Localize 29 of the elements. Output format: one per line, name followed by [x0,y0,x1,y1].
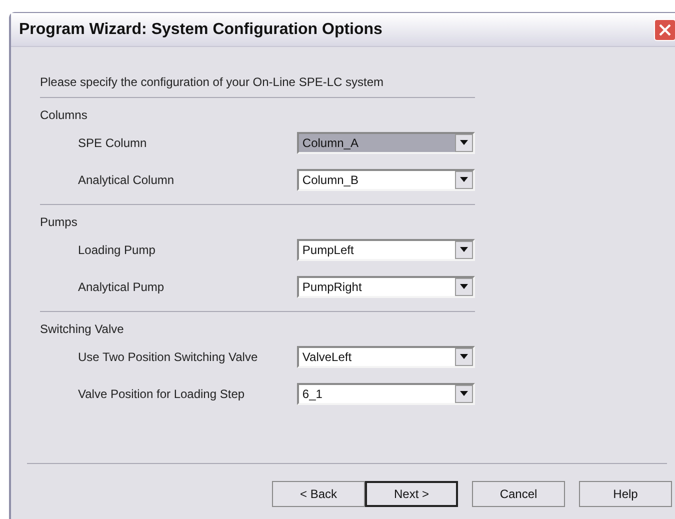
field-label: Use Two Position Switching Valve [78,348,259,366]
dropdown-value: Column_A [301,134,360,152]
dropdown[interactable]: 6_1 [297,382,475,404]
dropdown[interactable]: PumpLeft [297,238,475,260]
field-label: Analytical Pump [78,278,166,296]
dropdown-value: ValveLeft [301,348,353,366]
field-label: Valve Position for Loading Step [78,386,246,402]
field-label: SPE Column [78,134,148,152]
close-icon [658,22,672,36]
dropdown-value: PumpLeft [301,242,355,258]
wizard-button[interactable]: Help [579,481,672,507]
intro-text: Please specify the configuration of your On-Line SPE-LC system [40,73,475,98]
dropdown[interactable]: PumpRight [297,276,475,298]
dropdown[interactable]: Column_A [297,132,475,154]
field-label: Loading Pump [78,242,156,258]
section-title: Switching Valve [40,321,125,338]
dropdown-value: Column_B [301,172,360,188]
dropdown-value: 6_1 [301,386,324,402]
wizard-button[interactable]: Next > [365,481,458,507]
window-title: Program Wizard: System Configuration Options [19,20,382,40]
field-label: Analytical Column [78,172,176,188]
dropdown[interactable]: Column_B [297,168,475,190]
wizard-button[interactable]: < Back [272,481,365,507]
dropdown[interactable]: ValveLeft [297,346,475,368]
close-button[interactable] [654,18,675,40]
wizard-button[interactable]: Cancel [472,481,565,507]
dropdown-value: PumpRight [301,278,363,296]
section-title: Pumps [40,214,78,231]
section-title: Columns [40,107,88,124]
